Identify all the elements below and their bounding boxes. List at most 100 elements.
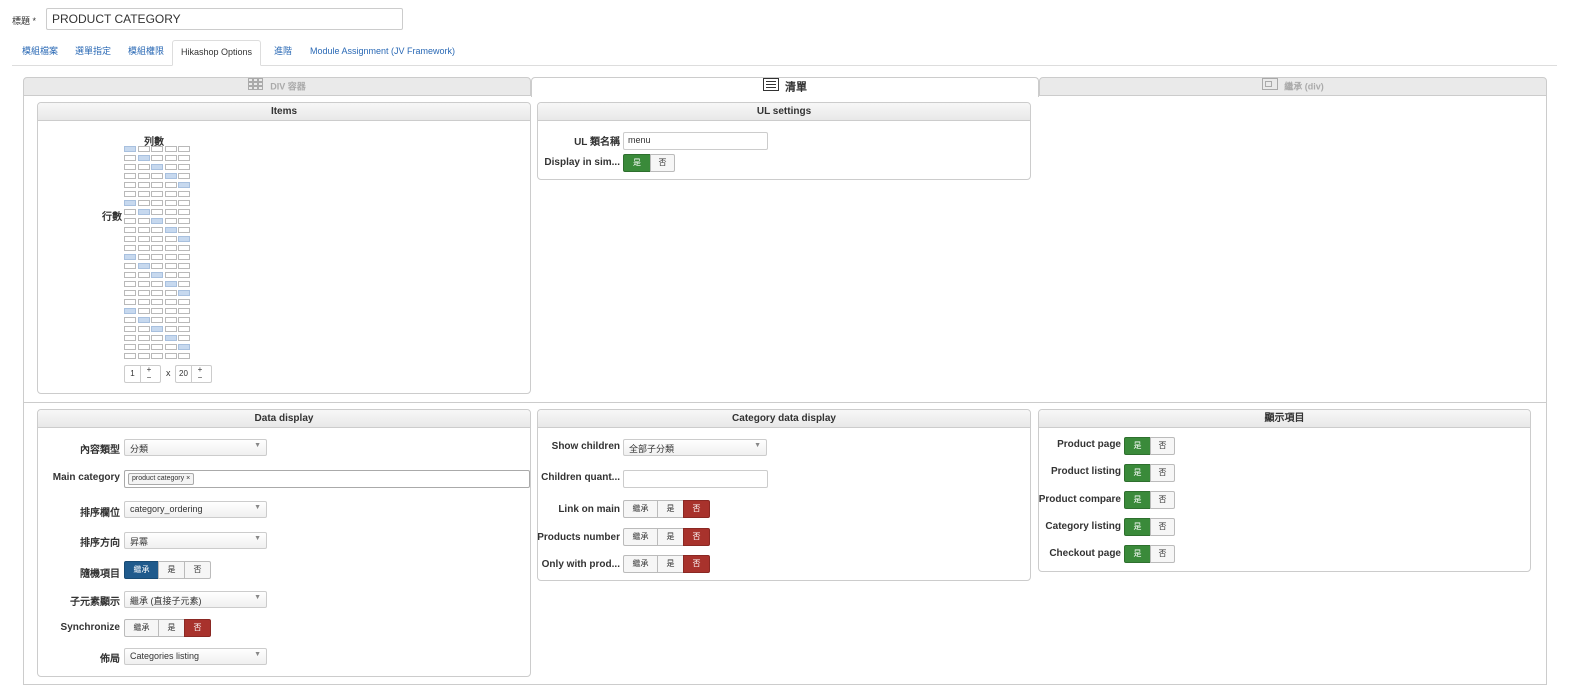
grid-cell[interactable] bbox=[178, 290, 190, 296]
display-simple-no-button[interactable]: 否 bbox=[650, 154, 675, 172]
columns-stepper[interactable]: + − bbox=[141, 366, 157, 382]
close-icon[interactable]: × bbox=[186, 475, 190, 482]
products-number-no-button[interactable]: 否 bbox=[683, 528, 710, 546]
category-listing-no-button[interactable]: 否 bbox=[1150, 518, 1175, 536]
grid-cell[interactable] bbox=[124, 272, 136, 278]
grid-cell[interactable] bbox=[178, 191, 190, 197]
grid-cell[interactable] bbox=[124, 254, 136, 260]
grid-cell[interactable] bbox=[124, 164, 136, 170]
grid-cell[interactable] bbox=[164, 218, 177, 224]
grid-cell[interactable] bbox=[151, 209, 163, 215]
grid-cell[interactable] bbox=[178, 146, 190, 152]
grid-cell[interactable] bbox=[164, 173, 177, 179]
grid-cell[interactable] bbox=[164, 227, 177, 233]
rows-stepper[interactable]: + − bbox=[192, 366, 208, 382]
title-input[interactable]: PRODUCT CATEGORY bbox=[46, 8, 403, 30]
grid-cell[interactable] bbox=[151, 173, 163, 179]
grid-cell[interactable] bbox=[178, 245, 190, 251]
grid-cell[interactable] bbox=[164, 353, 177, 359]
grid-cell[interactable] bbox=[151, 272, 163, 278]
grid-cell[interactable] bbox=[137, 281, 150, 287]
grid-cell[interactable] bbox=[151, 290, 163, 296]
grid-cell[interactable] bbox=[124, 245, 136, 251]
grid-cell[interactable] bbox=[164, 263, 177, 269]
link-main-inherit-button[interactable]: 繼承 bbox=[623, 500, 658, 518]
grid-cell[interactable] bbox=[137, 290, 150, 296]
grid-cell[interactable] bbox=[137, 263, 150, 269]
synchronize-no-button[interactable]: 否 bbox=[184, 619, 211, 637]
grid-cell[interactable] bbox=[164, 326, 177, 332]
grid-cell[interactable] bbox=[178, 200, 190, 206]
random-no-button[interactable]: 否 bbox=[184, 561, 211, 579]
grid-cell[interactable] bbox=[164, 317, 177, 323]
minus-icon[interactable]: − bbox=[141, 374, 157, 382]
checkout-page-no-button[interactable]: 否 bbox=[1150, 545, 1175, 563]
grid-cell[interactable] bbox=[178, 227, 190, 233]
grid-cell[interactable] bbox=[151, 191, 163, 197]
grid-cell[interactable] bbox=[151, 182, 163, 188]
grid-cell[interactable] bbox=[164, 281, 177, 287]
grid-cell[interactable] bbox=[164, 272, 177, 278]
products-number-yes-button[interactable]: 是 bbox=[657, 528, 684, 546]
grid-cell[interactable] bbox=[124, 200, 136, 206]
columns-spinner[interactable]: 1 + − bbox=[124, 365, 161, 383]
grid-cell[interactable] bbox=[151, 326, 163, 332]
grid-cell[interactable] bbox=[178, 308, 190, 314]
grid-cell[interactable] bbox=[124, 146, 136, 152]
grid-cell[interactable] bbox=[124, 326, 136, 332]
grid-cell[interactable] bbox=[151, 308, 163, 314]
grid-cell[interactable] bbox=[124, 290, 136, 296]
grid-cell[interactable] bbox=[137, 308, 150, 314]
grid-cell[interactable] bbox=[164, 299, 177, 305]
grid-cell[interactable] bbox=[137, 254, 150, 260]
tab-module-assignment-jv[interactable]: Module Assignment (JV Framework) bbox=[302, 40, 463, 65]
grid-cell[interactable] bbox=[124, 281, 136, 287]
grid-cell[interactable] bbox=[137, 344, 150, 350]
grid-cell[interactable] bbox=[178, 353, 190, 359]
grid-cell[interactable] bbox=[164, 344, 177, 350]
grid-cell[interactable] bbox=[151, 146, 163, 152]
grid-cell[interactable] bbox=[178, 254, 190, 260]
only-with-products-yes-button[interactable]: 是 bbox=[657, 555, 684, 573]
grid-cell[interactable] bbox=[164, 191, 177, 197]
grid-cell[interactable] bbox=[178, 326, 190, 332]
grid-cell[interactable] bbox=[164, 164, 177, 170]
grid-cell[interactable] bbox=[124, 209, 136, 215]
display-simple-yes-button[interactable]: 是 bbox=[623, 154, 651, 172]
grid-cell[interactable] bbox=[124, 155, 136, 161]
link-main-no-button[interactable]: 否 bbox=[683, 500, 710, 518]
minus-icon[interactable]: − bbox=[192, 374, 208, 382]
checkout-page-yes-button[interactable]: 是 bbox=[1124, 545, 1151, 563]
ul-class-input[interactable]: menu bbox=[623, 132, 768, 150]
grid-cell[interactable] bbox=[164, 146, 177, 152]
grid-cell[interactable] bbox=[151, 227, 163, 233]
grid-cell[interactable] bbox=[137, 164, 150, 170]
grid-cell[interactable] bbox=[151, 236, 163, 242]
grid-cell[interactable] bbox=[137, 227, 150, 233]
tab-menu-assignment[interactable]: 選單指定 bbox=[67, 40, 119, 65]
grid-cell[interactable] bbox=[124, 227, 136, 233]
grid-cell[interactable] bbox=[137, 200, 150, 206]
grid-cell[interactable] bbox=[137, 218, 150, 224]
grid-cell[interactable] bbox=[137, 173, 150, 179]
product-listing-no-button[interactable]: 否 bbox=[1150, 464, 1175, 482]
only-with-products-inherit-button[interactable]: 繼承 bbox=[623, 555, 658, 573]
ordering-field-select[interactable]: category_ordering ▼ bbox=[124, 501, 267, 518]
layout-tab-inherit[interactable]: 繼承 (div) bbox=[1039, 77, 1547, 96]
ordering-direction-select[interactable]: 昇冪 ▼ bbox=[124, 532, 267, 549]
grid-cell[interactable] bbox=[151, 263, 163, 269]
grid-cell[interactable] bbox=[178, 155, 190, 161]
content-type-select[interactable]: 分類 ▼ bbox=[124, 439, 267, 456]
grid-cell[interactable] bbox=[151, 164, 163, 170]
grid-cell[interactable] bbox=[164, 236, 177, 242]
grid-cell[interactable] bbox=[137, 335, 150, 341]
grid-cell[interactable] bbox=[151, 281, 163, 287]
layout-select[interactable]: Categories listing ▼ bbox=[124, 648, 267, 665]
grid-cell[interactable] bbox=[137, 182, 150, 188]
grid-cell[interactable] bbox=[124, 218, 136, 224]
synchronize-yes-button[interactable]: 是 bbox=[158, 619, 185, 637]
grid-cell[interactable] bbox=[151, 335, 163, 341]
grid-cell[interactable] bbox=[124, 308, 136, 314]
grid-cell[interactable] bbox=[137, 299, 150, 305]
products-number-inherit-button[interactable]: 繼承 bbox=[623, 528, 658, 546]
